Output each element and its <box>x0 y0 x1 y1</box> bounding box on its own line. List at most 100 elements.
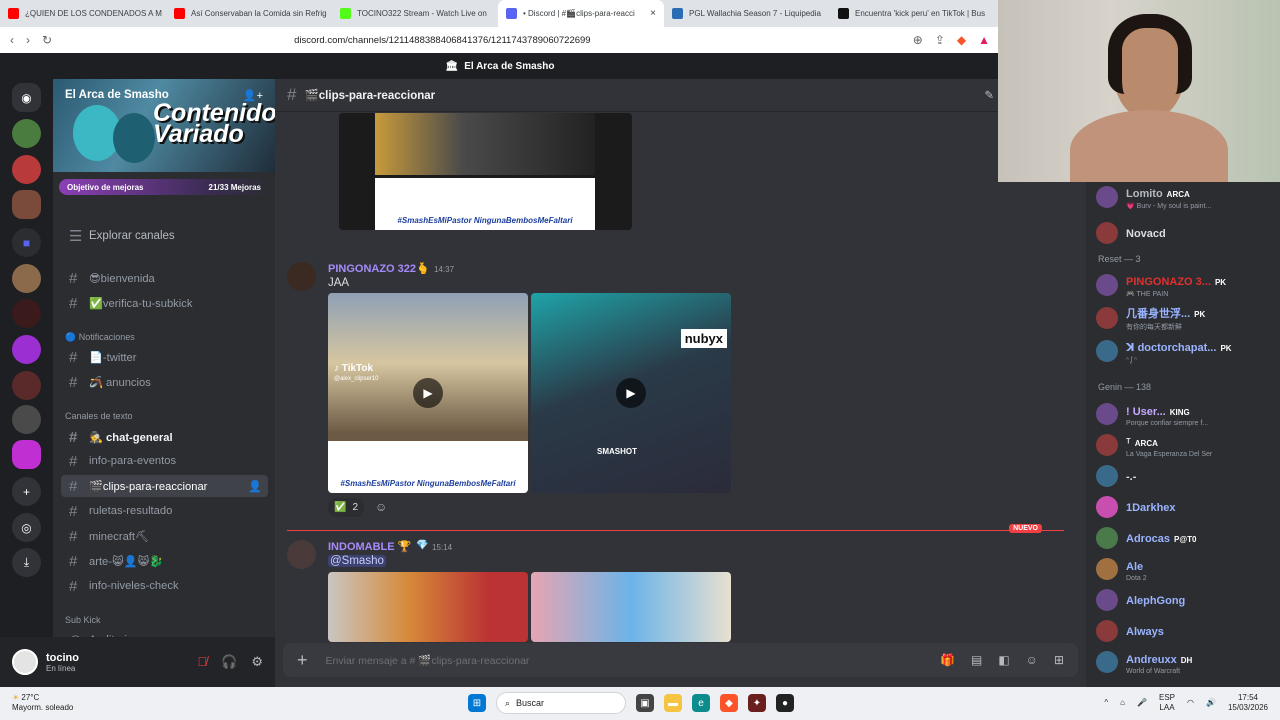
member-item[interactable]: ꓘ doctorchapat... PK ᐢ ᶘ ᐢ <box>1096 336 1280 366</box>
play-icon[interactable]: ▶ <box>616 378 646 408</box>
gift-icon[interactable]: 🎁 <box>940 653 955 667</box>
channel-verifica[interactable]: # ✅verifica-tu-subkick <box>61 292 268 314</box>
member-item[interactable]: ᵀ ARCA La Vaga Esperanza Del Ser <box>1096 430 1280 460</box>
channel-twitter[interactable]: # 📄-twitter <box>61 346 268 368</box>
speaker-icon[interactable]: 🔊 <box>1206 698 1216 708</box>
browser-tab[interactable]: PGL Wallachia Season 7 - Liquipedia <box>664 0 830 27</box>
close-icon[interactable]: × <box>650 8 656 19</box>
member-item[interactable]: Adrocas P@T0 <box>1096 523 1280 553</box>
download-icon[interactable]: ⤓ <box>12 548 41 577</box>
zoom-icon[interactable]: ⊕ <box>913 33 923 47</box>
add-reaction-icon[interactable]: ☺ <box>375 500 387 514</box>
discord-home-icon[interactable]: ◉ <box>12 83 41 112</box>
message-mention[interactable]: @Smasho <box>328 555 386 567</box>
brave-icon[interactable]: ◆ <box>720 694 738 712</box>
video-embed[interactable]: nubyx ▶ SMASHOT <box>531 293 731 493</box>
add-attachment-icon[interactable]: + <box>297 650 308 671</box>
threads-icon[interactable]: ✎ <box>984 88 994 102</box>
server-icon-dota[interactable] <box>12 371 41 400</box>
member-item[interactable]: Novacd <box>1096 218 1280 248</box>
add-server-icon[interactable]: + <box>12 477 41 506</box>
apps-icon[interactable]: ⊞ <box>1054 653 1064 667</box>
add-member-icon[interactable]: 👤 <box>248 480 262 493</box>
brave-rewards-icon[interactable]: ▲ <box>978 33 990 47</box>
server-icon-1[interactable] <box>12 119 41 148</box>
windows-start-icon[interactable]: ⊞ <box>468 694 486 712</box>
wifi-icon[interactable]: ◠ <box>1187 698 1194 708</box>
app-icon[interactable]: ✦ <box>748 694 766 712</box>
server-icon-kick[interactable] <box>12 440 41 469</box>
category-notificaciones[interactable]: 🔵 Notificaciones <box>65 332 135 343</box>
channel-bienvenida[interactable]: # 😎bienvenida <box>61 267 268 289</box>
mic-icon[interactable]: 🎤 <box>1137 698 1147 708</box>
browser-tab[interactable]: TOCINO322 Stream - Watch Live on <box>332 0 498 27</box>
edge-icon[interactable]: e <box>692 694 710 712</box>
reaction-checkmark[interactable]: ✅ 2 <box>328 498 365 517</box>
forward-icon[interactable]: › <box>26 33 30 47</box>
explore-channels[interactable]: ☰ Explorar canales <box>61 225 268 247</box>
message-avatar[interactable] <box>287 262 316 291</box>
server-icon-arca[interactable] <box>12 190 41 219</box>
member-item[interactable]: Lomito ARCA 💗 Burv - My soul is paint... <box>1096 182 1280 212</box>
language-indicator[interactable]: ESP LAA <box>1159 693 1175 713</box>
message-author[interactable]: INDOMABLE 🏆 <box>328 540 411 553</box>
member-item[interactable]: PINGONAZO 3... PK 🎮 THE PAIN <box>1096 270 1280 300</box>
video-embed[interactable]: ♪ TikTok @alex_clipser10 ▶ #SmashEsMiPas… <box>328 293 528 493</box>
member-item[interactable]: Ale Dota 2 <box>1096 554 1280 584</box>
user-avatar[interactable] <box>12 649 38 675</box>
member-item[interactable]: 1Darkhex <box>1096 492 1280 522</box>
member-item[interactable]: Andreuxx DH World of Warcraft <box>1096 647 1280 677</box>
obs-icon[interactable]: ● <box>776 694 794 712</box>
member-item[interactable]: Always <box>1096 616 1280 646</box>
file-explorer-icon[interactable]: ▬ <box>664 694 682 712</box>
member-item[interactable]: ! User... KING Porque confiar siempre f... <box>1096 399 1280 429</box>
weather-widget[interactable]: ☀ 27°C Mayorm. soleado <box>12 693 73 713</box>
folder-icon[interactable]: ■ <box>12 228 41 257</box>
browser-tab[interactable]: Así Conservaban la Comida sin Refrig <box>166 0 332 27</box>
play-icon[interactable]: ▶ <box>413 378 443 408</box>
image-embed[interactable] <box>531 572 731 642</box>
category-canales-texto[interactable]: Canales de texto <box>65 411 133 421</box>
sticker-icon[interactable]: ◧ <box>998 653 1009 667</box>
channel-chat-general[interactable]: # 🕵 chat-general <box>61 426 268 448</box>
channel-ruletas[interactable]: # ruletas-resultado <box>61 500 268 522</box>
channel-niveles[interactable]: # info-niveles-check <box>61 575 268 597</box>
browser-tab[interactable]: ¿QUIEN DE LOS CONDENADOS A M <box>0 0 166 27</box>
gear-icon[interactable]: ⚙ <box>251 654 263 670</box>
taskbar-search[interactable]: ⌕ Buscar <box>496 692 626 714</box>
channel-clips[interactable]: # 🎬clips-para-reaccionar 👤 <box>61 475 268 497</box>
network-icon[interactable]: ⌂ <box>1120 698 1125 708</box>
message-avatar[interactable] <box>287 540 316 569</box>
browser-tab[interactable]: Encuentra 'kick peru' en TikTok | Bus <box>830 0 996 27</box>
user-name[interactable]: tocino <box>46 652 79 664</box>
channel-anuncios[interactable]: # 🪃 anuncios <box>61 371 268 393</box>
chevron-up-icon[interactable]: ^ <box>1104 698 1108 708</box>
previous-video-embed[interactable]: #SmashEsMiPastor NingunaBembosMeFaltari <box>339 113 632 230</box>
server-icon-5[interactable] <box>12 405 41 434</box>
channel-minecraft[interactable]: # minecraft⛏ <box>61 525 268 547</box>
member-item[interactable]: -.- <box>1096 461 1280 491</box>
channel-info-eventos[interactable]: # info-para-eventos <box>61 450 268 472</box>
member-item[interactable]: 几番身世浮... PK 有你的每天都新鮮 <box>1096 303 1280 333</box>
server-banner[interactable]: El Arca de Smasho 👤+ Contenido Variado <box>53 79 275 172</box>
message-author[interactable]: PINGONAZO 322🫰 <box>328 262 430 275</box>
share-icon[interactable]: ⇪ <box>935 33 945 47</box>
headphones-icon[interactable]: 🎧 <box>221 654 237 670</box>
server-icon-streamers[interactable] <box>12 299 41 328</box>
emoji-icon[interactable]: ☺ <box>1026 653 1038 667</box>
clock[interactable]: 17:54 15/03/2026 <box>1228 693 1268 713</box>
explore-icon[interactable]: ◎ <box>12 513 41 542</box>
address-bar[interactable]: discord.com/channels/1211488388406841376… <box>294 35 901 46</box>
server-icon-2[interactable] <box>12 155 41 184</box>
member-item[interactable]: AlephGong <box>1096 585 1280 615</box>
task-view-icon[interactable]: ▣ <box>636 694 654 712</box>
gif-icon[interactable]: ▤ <box>971 653 982 667</box>
category-sub-kick[interactable]: Sub Kick <box>65 615 101 625</box>
boost-progress[interactable]: Objetivo de mejoras 21/33 Mejoras <box>53 172 275 202</box>
message-input[interactable]: Enviar mensaje a # 🎬clips-para-reacciona… <box>326 654 923 667</box>
brave-shield-icon[interactable]: ◆ <box>957 33 966 47</box>
server-icon-4[interactable] <box>12 335 41 364</box>
mute-icon[interactable]: 🎙̸ <box>197 654 207 670</box>
browser-tab[interactable]: • Discord | #🎬clips-para-reacci × <box>498 0 664 27</box>
channel-arte[interactable]: # arte-😸👤😸🐉 <box>61 550 268 572</box>
